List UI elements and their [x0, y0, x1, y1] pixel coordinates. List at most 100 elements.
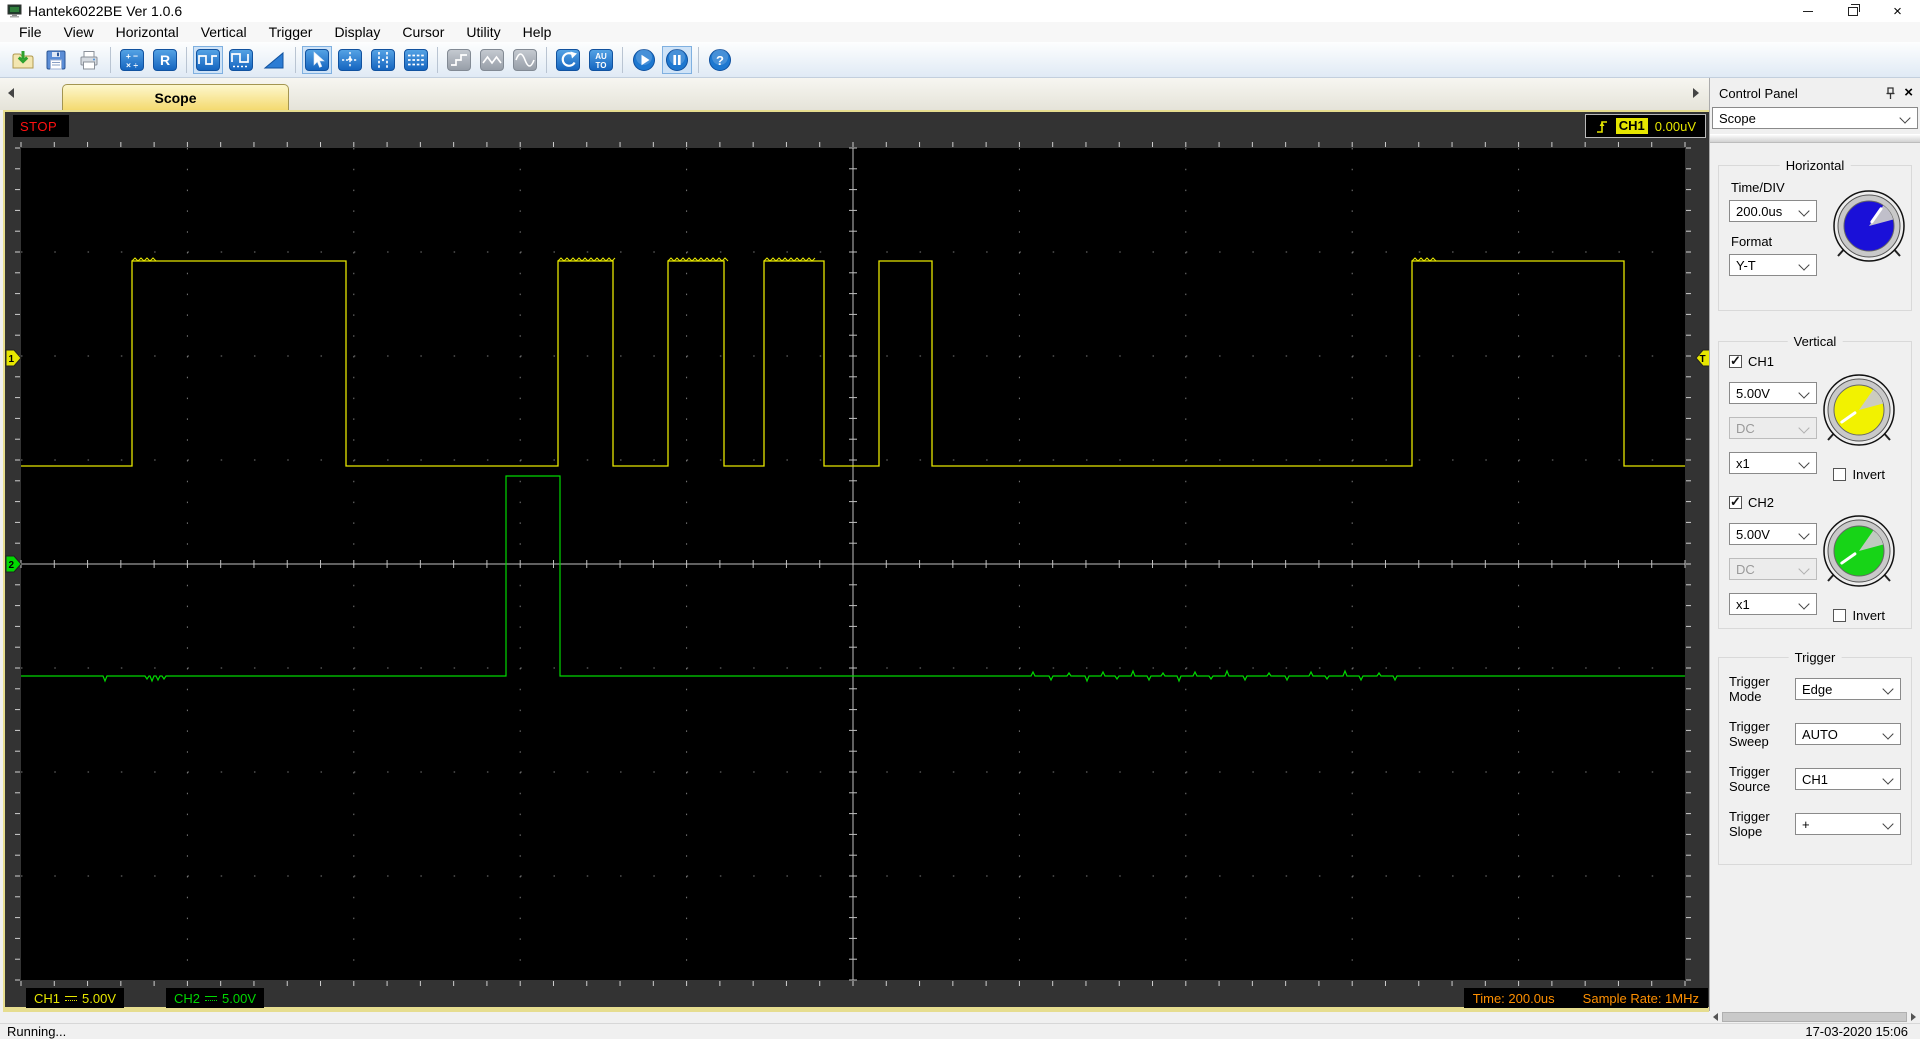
waveform-average-button[interactable]	[226, 46, 256, 74]
cursor-arrow-button[interactable]	[302, 45, 332, 74]
trigger-slope-label: Trigger Slope	[1729, 809, 1770, 839]
status-text: Running...	[7, 1024, 67, 1039]
menu-file[interactable]: File	[8, 22, 53, 42]
menu-cursor[interactable]: Cursor	[391, 22, 455, 42]
trigger-mode-row: Trigger Mode Edge	[1729, 674, 1901, 704]
ch1-label: CH1	[1748, 354, 1775, 369]
sample-rate-value: Sample Rate: 1MHz	[1582, 990, 1699, 1006]
svg-text:TO: TO	[596, 61, 607, 70]
right-arrow-icon	[1911, 1013, 1916, 1021]
horizontal-group: Horizontal Time/DIV 200.0us Format Y-T	[1718, 158, 1912, 311]
close-panel-button[interactable]: ×	[1904, 85, 1913, 100]
pin-panel-button[interactable]	[1885, 86, 1896, 100]
menu-view[interactable]: View	[53, 22, 105, 42]
open-file-button[interactable]	[8, 46, 38, 74]
scope-footer: CH1 5.00V CH2 5.00V Time: 200.0us Sample R…	[5, 988, 1712, 1010]
trigger-group-title: Trigger	[1788, 650, 1842, 665]
format-select[interactable]: Y-T	[1729, 254, 1817, 276]
chevron-down-icon	[1798, 598, 1810, 610]
menu-horizontal[interactable]: Horizontal	[105, 22, 190, 42]
trigger-slope-select[interactable]: +	[1795, 813, 1901, 835]
cursor-track-button[interactable]	[335, 46, 365, 74]
ch2-label: CH2	[1748, 495, 1775, 510]
ch2-volts-div-select[interactable]: 5.00V	[1729, 523, 1817, 545]
trigger-mode-select[interactable]: Edge	[1795, 678, 1901, 700]
vertical-group: Vertical CH1 5.00V DC x1 Inver	[1718, 334, 1912, 629]
ch2-coupling-select[interactable]: DC	[1729, 558, 1817, 580]
ch1-volts-div-select[interactable]: 5.00V	[1729, 382, 1817, 404]
cursor-vertical-button[interactable]	[368, 46, 398, 74]
scope-graticule: 1 2 T	[5, 140, 1712, 988]
ch1-enable-checkbox[interactable]	[1729, 353, 1742, 369]
horizontal-position-knob[interactable]	[1831, 188, 1907, 269]
triangle-wave-button	[477, 46, 507, 74]
chevron-down-icon	[1798, 387, 1810, 399]
menu-vertical[interactable]: Vertical	[190, 22, 258, 42]
ch2-invert-checkbox[interactable]	[1833, 609, 1847, 622]
cursor-horizontal-button[interactable]	[401, 46, 431, 74]
minimize-button[interactable]	[1785, 0, 1830, 22]
chevron-down-icon	[1882, 683, 1894, 695]
status-bar: Running... 17-03-2020 15:06	[0, 1023, 1920, 1039]
reference-wave-button[interactable]: R	[150, 46, 180, 74]
window-title: Hantek6022BE Ver 1.0.6	[28, 3, 183, 19]
svg-text:1: 1	[9, 354, 15, 365]
menu-display[interactable]: Display	[323, 22, 391, 42]
trigger-sweep-select[interactable]: AUTO	[1795, 723, 1901, 745]
menu-help[interactable]: Help	[512, 22, 563, 42]
refresh-button[interactable]	[553, 46, 583, 74]
scroll-left-button[interactable]	[1709, 1011, 1722, 1023]
application-window: Hantek6022BE Ver 1.0.6 × File View Horizon…	[0, 0, 1920, 1039]
waveform-button[interactable]	[193, 45, 223, 74]
ch1-position-knob[interactable]	[1821, 372, 1897, 453]
tab-scope[interactable]: Scope	[62, 84, 289, 110]
maximize-button[interactable]	[1830, 0, 1875, 22]
control-panel-title: Control Panel	[1719, 85, 1798, 101]
tab-scroll-left-button[interactable]	[6, 87, 16, 99]
svg-text:AU: AU	[595, 52, 607, 61]
step-wave-button	[444, 46, 474, 74]
ch1-scale-readout: CH1 5.00V	[26, 988, 124, 1008]
minimize-icon	[1802, 10, 1813, 12]
close-button[interactable]: ×	[1875, 0, 1920, 22]
pause-button[interactable]	[662, 45, 692, 74]
title-bar: Hantek6022BE Ver 1.0.6 ×	[0, 0, 1920, 22]
ch2-controls: CH2 5.00V DC x1 Invert	[1729, 494, 1901, 627]
ch1-probe-select[interactable]: x1	[1729, 452, 1817, 474]
ch2-probe-select[interactable]: x1	[1729, 593, 1817, 615]
menu-trigger[interactable]: Trigger	[258, 22, 324, 42]
scrollbar-thumb[interactable]	[1722, 1012, 1907, 1022]
chevron-down-icon	[1798, 528, 1810, 540]
restore-icon	[1847, 3, 1860, 16]
toolbar-separator	[295, 46, 296, 73]
toolbar-separator	[437, 46, 438, 73]
ch2-scale-readout: CH2 5.00V	[166, 988, 264, 1008]
save-file-button[interactable]	[41, 46, 71, 74]
help-button[interactable]: ?	[705, 46, 735, 74]
menu-bar: File View Horizontal Vertical Trigger Display…	[0, 22, 1920, 42]
panel-mode-select[interactable]: Scope	[1712, 107, 1918, 129]
print-button[interactable]	[74, 46, 104, 74]
ch1-invert-checkbox[interactable]	[1833, 468, 1847, 481]
start-button[interactable]	[629, 46, 659, 74]
menu-utility[interactable]: Utility	[455, 22, 511, 42]
ch2-position-knob[interactable]	[1821, 513, 1897, 594]
ch2-enable-checkbox[interactable]	[1729, 494, 1742, 510]
ramp-button[interactable]	[259, 46, 289, 74]
ch1-controls: CH1 5.00V DC x1 Invert	[1729, 353, 1901, 486]
math-measure-button[interactable]: + − × ÷	[117, 46, 147, 74]
tab-scroll-right-button[interactable]	[1691, 87, 1701, 99]
autoset-button[interactable]: AU TO	[586, 46, 616, 74]
scroll-right-button[interactable]	[1907, 1011, 1920, 1023]
control-panel: Control Panel × Scope Horizontal Time/DI…	[1709, 78, 1920, 1011]
ch1-coupling-select[interactable]: DC	[1729, 417, 1817, 439]
ch2-invert-label: Invert	[1852, 608, 1885, 623]
dc-coupling-icon	[205, 994, 218, 1003]
chevron-down-icon	[1798, 205, 1810, 217]
toolbar: + − × ÷ R AU TO?	[0, 42, 1920, 78]
chevron-down-icon	[1882, 728, 1894, 740]
timediv-select[interactable]: 200.0us	[1729, 200, 1817, 222]
trigger-source-select[interactable]: CH1	[1795, 768, 1901, 790]
panel-horizontal-scrollbar[interactable]	[1709, 1011, 1920, 1023]
trigger-group: Trigger Trigger Mode Edge Trigger Sweep AUT…	[1718, 650, 1912, 865]
